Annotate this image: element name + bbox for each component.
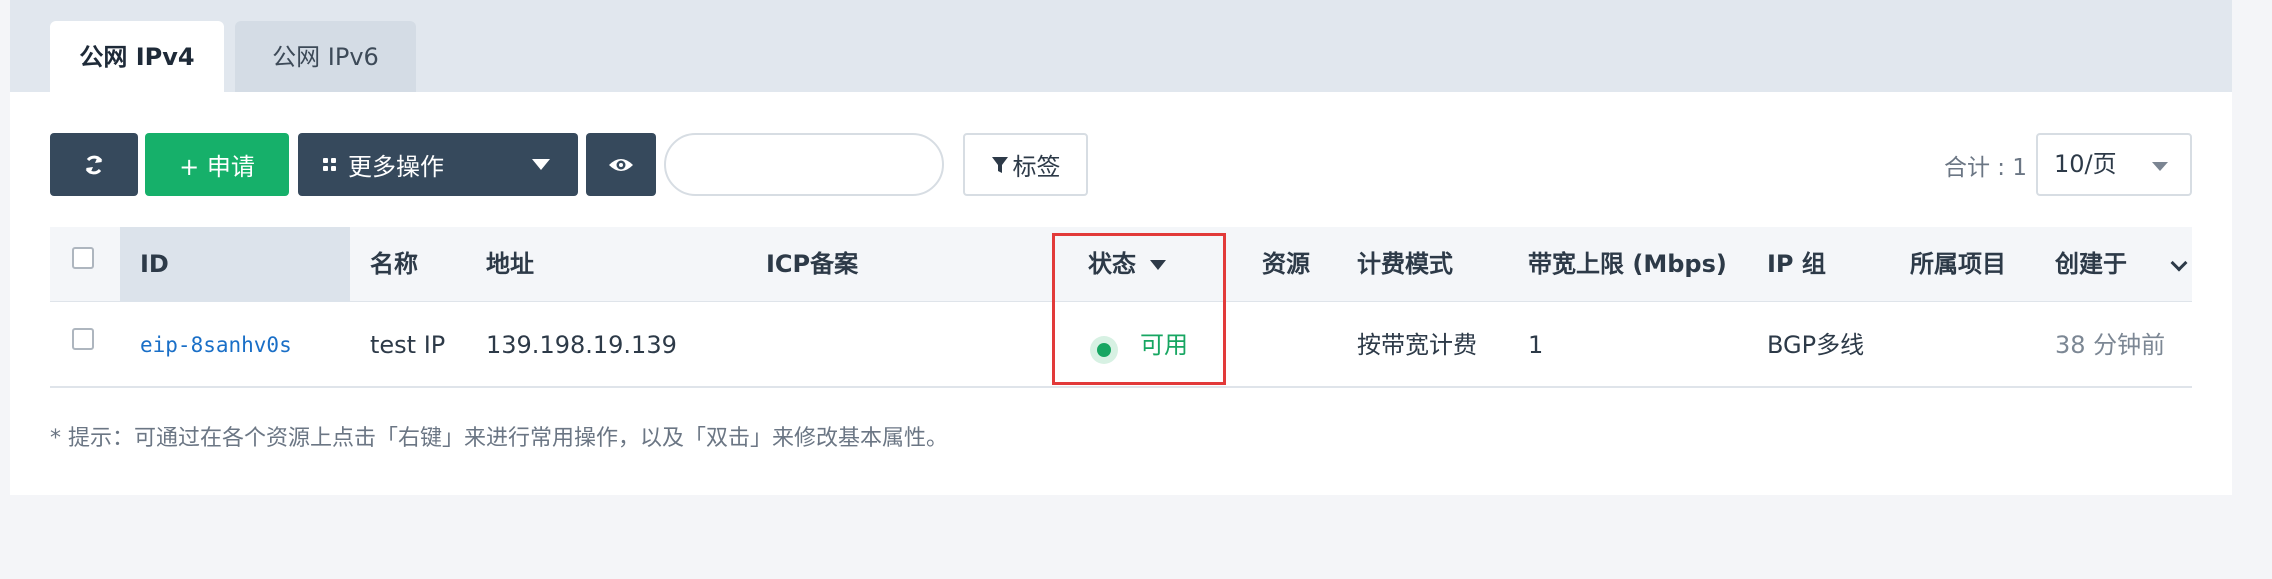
column-header-address[interactable]: 地址 (486, 227, 534, 302)
row-ip-group: BGP多线 (1767, 331, 1865, 359)
refresh-icon (85, 155, 103, 174)
select-all-checkbox[interactable] (72, 247, 94, 269)
column-header-status-label: 状态 (1088, 250, 1136, 278)
status-dot-icon (1090, 336, 1118, 364)
apply-button-label: + 申请 (179, 153, 255, 181)
table-row[interactable]: eip-8sanhv0s test IP 139.198.19.139 可用 按… (50, 302, 2192, 388)
hint-text: * 提示：可通过在各个资源上点击「右键」来进行常用操作，以及「双击」来修改基本属… (50, 426, 948, 451)
refresh-button[interactable] (50, 133, 138, 196)
more-actions-dropdown[interactable]: 更多操作 (298, 133, 578, 196)
column-header-id[interactable]: ID (140, 227, 169, 302)
column-header-ip-group[interactable]: IP 组 (1767, 227, 1826, 302)
eye-icon (609, 158, 633, 171)
column-header-icp[interactable]: ICP备案 (766, 227, 858, 302)
search-input[interactable] (664, 133, 944, 196)
tab-ipv6[interactable]: 公网 IPv6 (235, 21, 416, 93)
column-header-project[interactable]: 所属项目 (1910, 227, 2006, 302)
column-visibility-button[interactable] (586, 133, 656, 196)
chevron-down-icon (2152, 162, 2168, 171)
filter-icon (991, 156, 1008, 173)
grid-icon (323, 157, 336, 171)
row-name: test IP (370, 331, 446, 359)
column-header-bandwidth[interactable]: 带宽上限 (Mbps) (1528, 227, 1727, 302)
tag-filter-label: 标签 (1012, 153, 1061, 181)
column-header-status[interactable]: 状态 (1088, 227, 1166, 302)
table-header: ID 名称 地址 ICP备案 状态 资源 计费模式 带宽上限 (Mbps) IP… (50, 227, 2192, 302)
more-actions-label: 更多操作 (348, 153, 444, 181)
row-status: 可用 (1140, 331, 1188, 359)
column-header-billing[interactable]: 计费模式 (1357, 227, 1453, 302)
total-count: 合计 : 1 (1944, 155, 2028, 181)
tab-bar: 公网 IPv4 公网 IPv6 (10, 0, 2232, 93)
chevron-down-icon[interactable] (2170, 254, 2188, 272)
tag-filter-button[interactable]: 标签 (963, 133, 1088, 196)
row-checkbox[interactable] (72, 328, 94, 350)
row-bandwidth: 1 (1528, 331, 1544, 359)
caret-down-icon[interactable] (1150, 260, 1166, 270)
tab-ipv4[interactable]: 公网 IPv4 (50, 21, 224, 93)
row-billing: 按带宽计费 (1357, 331, 1477, 359)
column-header-name[interactable]: 名称 (370, 227, 418, 302)
page-size-value: 10/页 (2054, 150, 2117, 178)
apply-button[interactable]: + 申请 (145, 133, 289, 196)
column-header-resource[interactable]: 资源 (1262, 227, 1310, 302)
page-size-select[interactable]: 10/页 (2036, 133, 2192, 196)
row-id-link[interactable]: eip-8sanhv0s (140, 302, 292, 388)
column-header-created[interactable]: 创建于 (2055, 227, 2127, 302)
row-address: 139.198.19.139 (486, 331, 677, 359)
row-created: 38 分钟前 (2055, 331, 2166, 359)
chevron-down-icon (532, 159, 550, 170)
